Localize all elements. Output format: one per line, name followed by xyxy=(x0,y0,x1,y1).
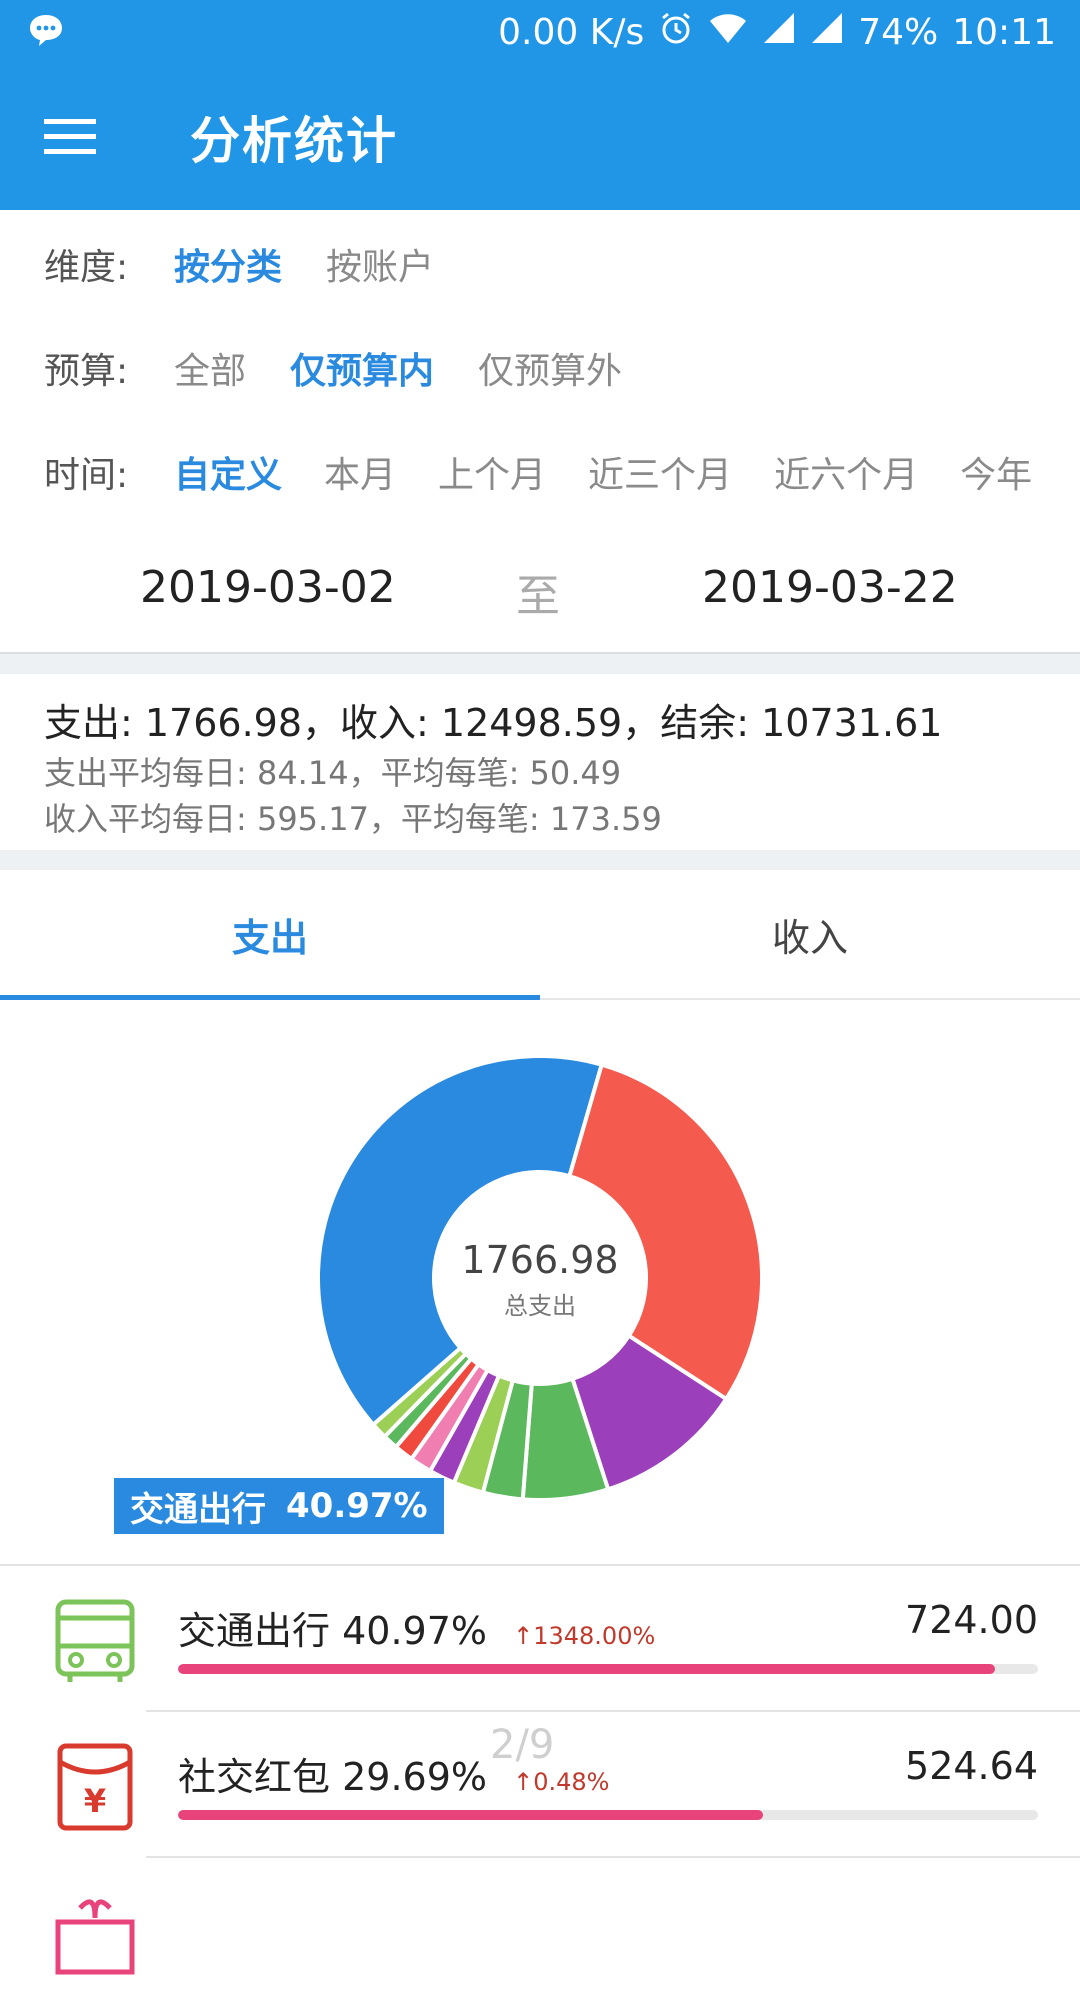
menu-button[interactable] xyxy=(0,64,140,210)
chart-center-total: 1766.98 xyxy=(461,1238,619,1282)
summary-panel: 支出: 1766.98，收入: 12498.59，结余: 10731.61 支出… xyxy=(44,696,1044,842)
hamburger-menu-icon xyxy=(44,119,96,154)
expense-donut-chart: 1766.98 总支出 交通出行 40.97% xyxy=(0,1000,1080,1560)
network-speed: 0.00 K/s xyxy=(498,11,645,53)
budget-option-all[interactable]: 全部 xyxy=(174,342,246,394)
category-list: 交通出行 40.97% ↑1348.00% 724.00 ¥ 社交红包 29.6… xyxy=(0,1564,1080,2002)
item-progress-fill xyxy=(178,1664,995,1674)
time-label: 时间: xyxy=(44,455,129,496)
time-option-3-months[interactable]: 近三个月 xyxy=(588,446,732,498)
date-separator: 至 xyxy=(516,571,560,622)
item-progress-fill xyxy=(178,1810,763,1820)
row-divider xyxy=(0,1564,1080,1566)
app-bar: 分析统计 xyxy=(0,64,1080,210)
dimension-label: 维度: xyxy=(44,247,129,288)
item-category: 社交红包 xyxy=(178,1755,331,1799)
item-category: 交通出行 xyxy=(178,1609,331,1653)
item-percent: 40.97% xyxy=(342,1609,488,1653)
section-divider xyxy=(0,652,1080,674)
budget-option-outside[interactable]: 仅预算外 xyxy=(478,342,622,394)
item-change: ↑0.48% xyxy=(513,1768,610,1796)
item-percent: 29.69% xyxy=(342,1755,488,1799)
status-bar: 0.00 K/s 74% 10:11 xyxy=(0,0,1080,64)
section-divider-2 xyxy=(0,850,1080,870)
highlight-category: 交通出行 xyxy=(130,1489,266,1530)
time-option-this-year[interactable]: 今年 xyxy=(960,446,1032,498)
list-item[interactable] xyxy=(0,1856,1080,2002)
start-date-picker[interactable]: 2019-03-02 xyxy=(140,562,396,613)
end-date-picker[interactable]: 2019-03-22 xyxy=(702,562,958,613)
clock: 10:11 xyxy=(952,11,1056,53)
donut-slice-1[interactable] xyxy=(566,1062,764,1402)
dimension-option-account[interactable]: 按账户 xyxy=(326,238,434,290)
budget-option-within[interactable]: 仅预算内 xyxy=(290,342,434,394)
list-item[interactable]: 交通出行 40.97% ↑1348.00% 724.00 xyxy=(0,1564,1080,1710)
time-option-last-month[interactable]: 上个月 xyxy=(438,446,546,498)
item-progress-track xyxy=(178,1664,1038,1674)
date-range: 2019-03-02 至 2019-03-22 xyxy=(0,538,1080,638)
bus-icon xyxy=(55,1599,135,1682)
dimension-filter: 维度: 按分类 按账户 xyxy=(0,214,1080,314)
budget-filter: 预算: 全部 仅预算内 仅预算外 xyxy=(0,318,1080,418)
dimension-option-category[interactable]: 按分类 xyxy=(174,238,282,290)
time-option-custom[interactable]: 自定义 xyxy=(174,446,282,498)
chart-highlight-label: 交通出行 40.97% xyxy=(114,1478,444,1534)
summary-totals: 支出: 1766.98，收入: 12498.59，结余: 10731.61 xyxy=(44,701,943,745)
gift-icon xyxy=(55,1899,135,1975)
item-progress-track xyxy=(178,1810,1038,1820)
time-option-this-month[interactable]: 本月 xyxy=(324,446,396,498)
expense-averages: 支出平均每日: 84.14，平均每笔: 50.49 xyxy=(44,754,622,792)
page-indicator: 2/9 xyxy=(490,1722,555,1768)
tab-bar: 支出 收入 xyxy=(0,870,1080,1000)
tab-expense[interactable]: 支出 xyxy=(0,870,540,998)
item-change: ↑1348.00% xyxy=(513,1622,656,1650)
row-divider xyxy=(146,1856,1080,1858)
highlight-percent: 40.97% xyxy=(286,1486,428,1526)
row-divider xyxy=(146,1710,1080,1712)
item-amount: 524.64 xyxy=(905,1744,1038,1788)
red-envelope-icon: ¥ xyxy=(57,1743,133,1831)
chart-center-label: 总支出 xyxy=(504,1292,576,1320)
item-amount: 724.00 xyxy=(905,1598,1038,1642)
time-filter: 时间: 自定义 本月 上个月 近三个月 近六个月 今年 xyxy=(0,422,1080,522)
item-title: 交通出行 40.97% ↑1348.00% xyxy=(178,1600,655,1655)
signal-icon xyxy=(762,11,796,54)
alarm-icon xyxy=(658,10,694,55)
time-option-6-months[interactable]: 近六个月 xyxy=(774,446,918,498)
page-title: 分析统计 xyxy=(190,112,398,170)
chat-notification-icon xyxy=(28,12,64,52)
tab-income[interactable]: 收入 xyxy=(540,870,1080,998)
signal-icon-2 xyxy=(810,11,844,54)
wifi-icon xyxy=(708,11,748,54)
battery-level: 74% xyxy=(858,11,939,53)
budget-label: 预算: xyxy=(44,351,129,392)
svg-text:¥: ¥ xyxy=(84,1782,106,1820)
income-averages: 收入平均每日: 595.17，平均每笔: 173.59 xyxy=(44,800,662,838)
